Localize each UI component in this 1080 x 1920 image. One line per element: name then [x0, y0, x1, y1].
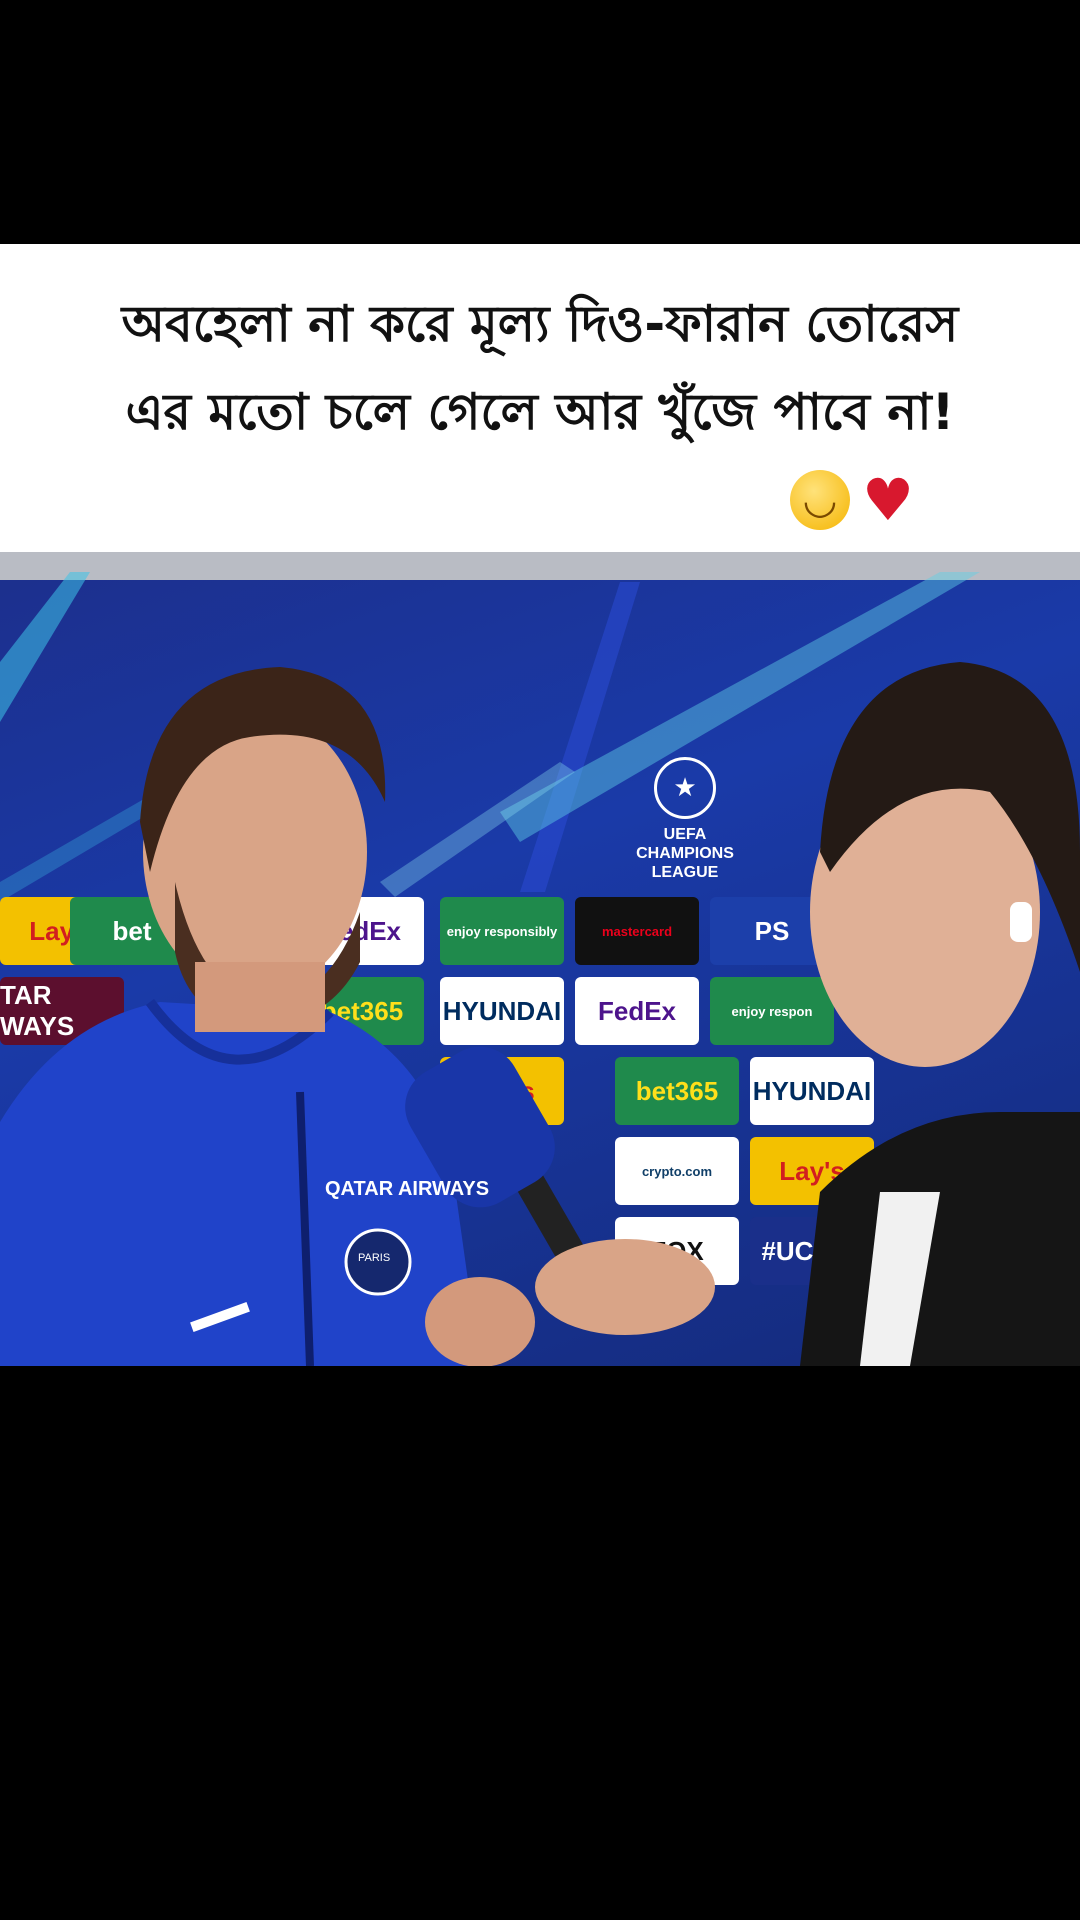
relieved-face-icon: ◡ — [790, 470, 850, 530]
mending-heart-icon: ♥ — [862, 466, 914, 534]
caption-line-2: এর মতো চলে গেলে আর খুঁজে পাবে না! — [125, 383, 955, 441]
video-frame[interactable]: ★ UEFA CHAMPIONS LEAGUE Lay's bet FedEx enj… — [0, 552, 1080, 1366]
caption-line-1: অবহেলা না করে মূল্য দিও-ফারান তোরেস — [121, 295, 959, 353]
bottom-letterbox — [0, 1366, 1080, 1920]
top-letterbox — [0, 0, 1080, 244]
jacket-sponsor-text: QATAR AIRWAYS — [325, 1178, 490, 1200]
interview-figures — [0, 662, 1080, 1366]
club-badge-text: PARIS — [358, 1252, 391, 1264]
emoji-row: ◡ ♥ — [790, 466, 920, 534]
caption-banner: অবহেলা না করে মূল্য দিও-ফারান তোরেস এর ম… — [0, 244, 1080, 552]
